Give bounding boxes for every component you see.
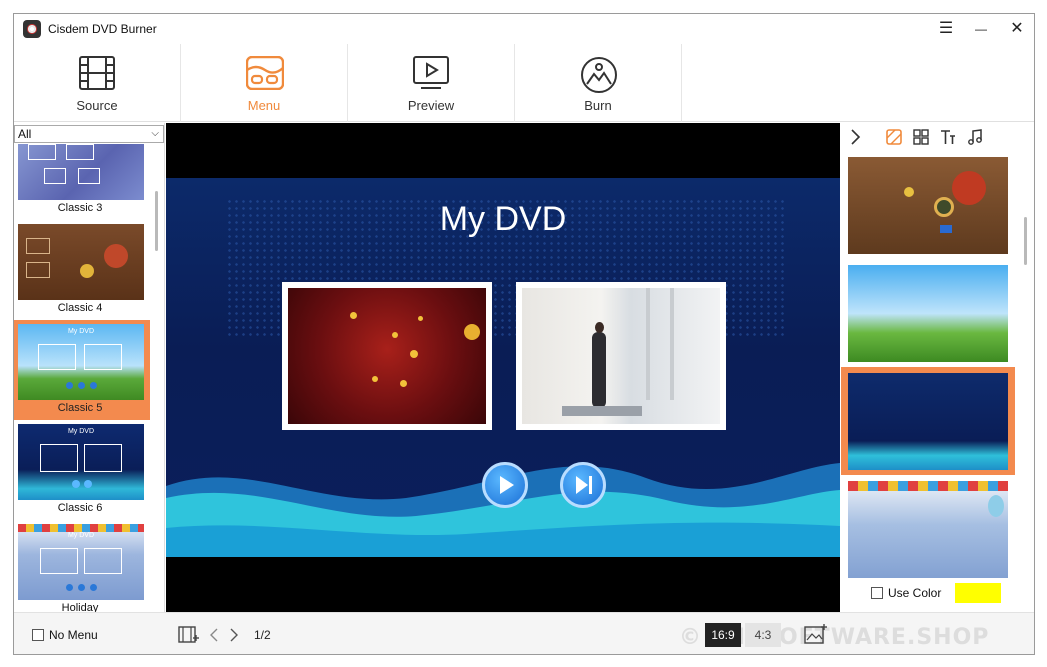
template-thumbnail: [18, 144, 144, 200]
background-scrollbar[interactable]: [1024, 217, 1027, 265]
template-item-label: Classic 4: [57, 302, 103, 314]
prev-page-icon[interactable]: [209, 627, 219, 643]
background-list: [841, 151, 1021, 581]
chapter-image-2: [522, 288, 720, 424]
template-thumbnail: My DVD: [18, 424, 144, 500]
chapter-thumbnail-1[interactable]: [282, 282, 492, 430]
main-nav: Source Menu Preview Burn: [14, 44, 1034, 122]
page-indicator: 1/2: [254, 628, 271, 642]
use-color-checkbox[interactable]: [871, 587, 883, 599]
minimize-button[interactable]: —: [966, 18, 996, 40]
color-swatch[interactable]: [955, 583, 1001, 603]
tab-burn[interactable]: Burn: [515, 44, 682, 122]
menu-preview-stage: My DVD: [166, 123, 840, 612]
menu-icon[interactable]: ☰: [931, 18, 961, 40]
ratio-16-9-button[interactable]: 16:9: [705, 623, 741, 647]
template-panel: All ⌵ Classic 3 Classic 4 My DVD Classic…: [14, 123, 165, 612]
ratio-4-3-button[interactable]: 4:3: [745, 623, 781, 647]
next-page-icon[interactable]: [229, 627, 239, 643]
panel-tabs: [841, 123, 1034, 151]
template-item-label: Classic 3: [57, 202, 103, 214]
chapter-thumbnail-2[interactable]: [516, 282, 726, 430]
disc-burn-icon: [581, 57, 617, 93]
template-item-label: Classic 5: [57, 402, 103, 414]
layout-icon[interactable]: [912, 128, 930, 146]
menu-title[interactable]: My DVD: [166, 200, 840, 239]
tab-preview[interactable]: Preview: [348, 44, 515, 122]
menu-canvas: My DVD: [166, 178, 840, 557]
template-filter-value: All: [18, 127, 32, 141]
tab-menu[interactable]: Menu: [181, 44, 348, 122]
next-chapter-button[interactable]: [560, 462, 606, 508]
background-thumbnail: [848, 265, 1008, 362]
text-icon[interactable]: [939, 128, 957, 146]
template-thumb-title: My DVD: [67, 532, 95, 539]
tab-menu-label: Menu: [247, 98, 281, 113]
tab-source-label: Source: [76, 98, 118, 113]
skip-forward-icon: [576, 476, 592, 494]
tab-preview-label: Preview: [407, 98, 455, 113]
bottom-toolbar: No Menu 1/2 © THESOFTWARE.SHOP 16:9 4:3: [14, 612, 1034, 654]
template-item-label: Holiday: [61, 602, 99, 612]
template-item-classic-4[interactable]: Classic 4: [14, 220, 150, 320]
play-icon: [500, 476, 514, 494]
template-item-classic-3[interactable]: Classic 3: [14, 144, 150, 220]
add-page-icon[interactable]: [178, 625, 200, 645]
no-menu-option[interactable]: No Menu: [32, 628, 98, 642]
chapter-image-1: [288, 288, 486, 424]
no-menu-checkbox[interactable]: [32, 629, 44, 641]
template-item-classic-6[interactable]: My DVD Classic 6: [14, 420, 150, 520]
menu-template-icon: [246, 56, 284, 90]
use-color-label: Use Color: [888, 586, 942, 600]
image-icon[interactable]: [804, 623, 828, 645]
template-filter-select[interactable]: All ⌵: [14, 125, 164, 143]
tab-source[interactable]: Source: [14, 44, 181, 122]
background-item-wood[interactable]: [841, 151, 1015, 259]
background-item-meadow[interactable]: [841, 259, 1015, 367]
app-logo-icon: [23, 20, 41, 38]
template-list: Classic 3 Classic 4 My DVD Classic 5 My …: [14, 144, 152, 612]
template-thumb-title: My DVD: [67, 328, 95, 335]
background-item-holiday[interactable]: [841, 475, 1015, 581]
app-title: Cisdem DVD Burner: [48, 22, 157, 36]
template-thumbnail: [18, 224, 144, 300]
app-window: Cisdem DVD Burner ☰ — ✕ Source Menu Prev…: [13, 13, 1035, 655]
template-thumbnail: My DVD: [18, 524, 144, 600]
background-item-ocean[interactable]: [841, 367, 1015, 475]
template-scrollbar[interactable]: [155, 191, 158, 251]
template-thumb-title: My DVD: [67, 428, 95, 435]
template-item-classic-5[interactable]: My DVD Classic 5: [14, 320, 150, 420]
template-thumbnail: My DVD: [18, 324, 144, 400]
use-color-option[interactable]: Use Color: [871, 586, 941, 600]
background-thumbnail: [848, 373, 1008, 470]
film-icon: [79, 56, 115, 90]
background-thumbnail: [848, 157, 1008, 254]
collapse-chevron-icon[interactable]: [847, 128, 865, 146]
preview-icon: [413, 56, 449, 89]
background-thumbnail: [848, 481, 1008, 578]
close-button[interactable]: ✕: [1002, 18, 1032, 40]
background-panel: Use Color: [841, 123, 1034, 612]
background-icon[interactable]: [885, 128, 903, 146]
tab-burn-label: Burn: [584, 98, 612, 113]
template-item-holiday[interactable]: My DVD Holiday: [14, 520, 150, 612]
title-bar: Cisdem DVD Burner ☰ — ✕: [14, 14, 1034, 44]
music-icon[interactable]: [966, 128, 984, 146]
no-menu-label: No Menu: [49, 628, 98, 642]
chevron-down-icon: ⌵: [151, 128, 159, 139]
play-button[interactable]: [482, 462, 528, 508]
template-item-label: Classic 6: [57, 502, 103, 514]
